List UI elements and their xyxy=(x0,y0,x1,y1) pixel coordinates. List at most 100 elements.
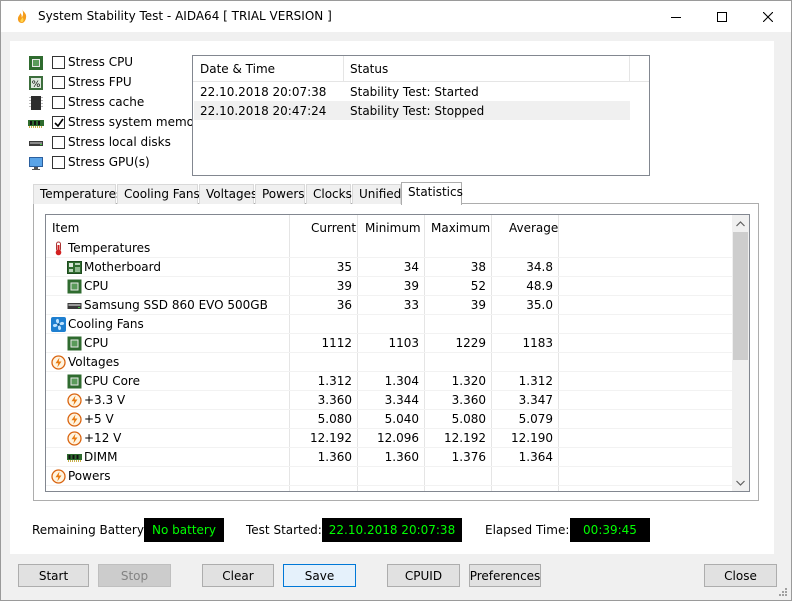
stats-item-row[interactable]: CPU 39 39 52 48.9 xyxy=(46,277,734,296)
log-header-separator xyxy=(343,56,344,82)
stats-average-value: 48.9 xyxy=(526,279,553,293)
stats-item-row[interactable]: +12 V 12.192 12.096 12.192 12.190 xyxy=(46,429,734,448)
tab-voltages[interactable]: Voltages xyxy=(199,184,257,204)
stats-item-row[interactable]: Motherboard 35 34 38 34.8 xyxy=(46,258,734,277)
tab-temperatures[interactable]: Temperatures xyxy=(33,184,122,204)
voltage-icon xyxy=(67,431,82,446)
stress-gpu-option[interactable]: Stress GPU(s) xyxy=(28,153,198,173)
log-header-status[interactable]: Status xyxy=(350,62,388,76)
stats-item-name: Cooling Fans xyxy=(68,317,144,331)
log-header-datetime[interactable]: Date & Time xyxy=(200,62,275,76)
stats-header-average[interactable]: Average xyxy=(509,221,558,235)
flame-icon xyxy=(17,9,27,23)
stats-minimum-value: 3.344 xyxy=(384,393,419,407)
close-button[interactable]: Close xyxy=(704,564,777,587)
stress-fpu-option[interactable]: % Stress FPU xyxy=(28,73,198,93)
stats-group-row[interactable]: Temperatures xyxy=(46,239,734,258)
stats-item-name: Motherboard xyxy=(84,260,161,274)
memory-icon xyxy=(28,120,44,128)
stats-item-name: +12 V xyxy=(84,431,122,445)
stress-disks-option[interactable]: Stress local disks xyxy=(28,133,198,153)
stats-header-current[interactable]: Current xyxy=(311,221,356,235)
log-status: Stability Test: Stopped xyxy=(350,104,485,118)
start-button[interactable]: Start xyxy=(18,564,89,587)
maximize-button[interactable] xyxy=(699,1,745,32)
stress-fpu-checkbox[interactable] xyxy=(52,76,65,89)
minimize-button[interactable] xyxy=(653,1,699,32)
tab-statistics[interactable]: Statistics xyxy=(401,182,463,205)
stats-group-row[interactable]: Voltages xyxy=(46,353,734,372)
fan-icon xyxy=(51,317,66,332)
stats-header-item[interactable]: Item xyxy=(52,221,79,235)
tab-powers[interactable]: Powers xyxy=(255,184,305,204)
stats-item-name: +3.3 V xyxy=(84,393,126,407)
save-button[interactable]: Save xyxy=(283,564,356,587)
stats-item-name: Powers xyxy=(68,469,111,483)
motherboard-icon xyxy=(67,260,82,275)
stress-memory-checkbox[interactable] xyxy=(52,116,65,129)
stats-minimum-value: 5.040 xyxy=(384,412,419,426)
elapsed-time-label: Elapsed Time: xyxy=(485,523,570,537)
power-icon xyxy=(51,469,66,484)
cpu-icon xyxy=(67,279,82,294)
stats-maximum-value: 38 xyxy=(470,260,486,274)
cpuid-button[interactable]: CPUID xyxy=(387,564,460,587)
stress-cpu-option[interactable]: Stress CPU xyxy=(28,53,198,73)
resize-grip-icon[interactable] xyxy=(777,586,787,596)
stats-maximum-value: 5.080 xyxy=(451,412,486,426)
voltage-icon xyxy=(67,412,82,427)
title-bar[interactable]: System Stability Test - AIDA64 [ TRIAL V… xyxy=(1,1,791,32)
vertical-scrollbar[interactable] xyxy=(732,215,749,491)
stats-item-name: Temperatures xyxy=(68,241,151,255)
stress-cache-option[interactable]: Stress cache xyxy=(28,93,198,113)
stats-current-value: 36 xyxy=(336,298,352,312)
stress-gpu-checkbox[interactable] xyxy=(52,156,65,169)
stats-group-row[interactable]: Cooling Fans xyxy=(46,315,734,334)
cpu-icon xyxy=(67,374,82,389)
window-title: System Stability Test - AIDA64 [ TRIAL V… xyxy=(38,9,332,23)
stats-average-value: 34.8 xyxy=(526,260,553,274)
stress-cpu-checkbox[interactable] xyxy=(52,56,65,69)
log-row[interactable]: 22.10.2018 20:07:38 Stability Test: Star… xyxy=(194,82,630,101)
stats-item-row[interactable]: +5 V 5.080 5.040 5.080 5.079 xyxy=(46,410,734,429)
stats-average-value: 35.0 xyxy=(526,298,553,312)
chevron-down-icon xyxy=(736,480,745,486)
stats-item-name: DIMM xyxy=(84,450,118,464)
stats-header-minimum[interactable]: Minimum xyxy=(365,221,421,235)
stress-disks-checkbox[interactable] xyxy=(52,136,65,149)
stats-item-row[interactable]: +3.3 V 3.360 3.344 3.360 3.347 xyxy=(46,391,734,410)
stats-item-row[interactable]: Samsung SSD 860 EVO 500GB 36 33 39 35.0 xyxy=(46,296,734,315)
stats-header-maximum[interactable]: Maximum xyxy=(431,221,490,235)
close-icon xyxy=(763,11,773,22)
stability-test-window: System Stability Test - AIDA64 [ TRIAL V… xyxy=(0,0,792,601)
stress-fpu-label: Stress FPU xyxy=(68,75,132,89)
elapsed-time-value: 00:39:45 xyxy=(570,518,650,542)
stop-button[interactable]: Stop xyxy=(98,564,171,587)
scroll-thumb[interactable] xyxy=(733,232,748,360)
stats-item-row[interactable]: CPU 1112 1103 1229 1183 xyxy=(46,334,734,353)
battery-value: No battery xyxy=(144,518,224,542)
statistics-list[interactable]: Item Current Minimum Maximum Average Tem… xyxy=(45,214,750,492)
tab-cooling-fans[interactable]: Cooling Fans xyxy=(117,184,200,204)
test-started-value: 22.10.2018 20:07:38 xyxy=(322,518,462,542)
battery-label: Remaining Battery: xyxy=(32,523,148,537)
stress-cache-checkbox[interactable] xyxy=(52,96,65,109)
stats-maximum-value: 3.360 xyxy=(451,393,486,407)
stats-item-name: CPU xyxy=(84,279,109,293)
stress-memory-label: Stress system memory xyxy=(68,115,207,129)
stats-item-row[interactable]: CPU Core 1.312 1.304 1.320 1.312 xyxy=(46,372,734,391)
stress-memory-option[interactable]: Stress system memory xyxy=(28,113,206,133)
stats-group-row[interactable]: Powers xyxy=(46,467,734,486)
clear-button[interactable]: Clear xyxy=(202,564,274,587)
scroll-down-button[interactable] xyxy=(732,474,749,491)
tab-unified[interactable]: Unified xyxy=(352,184,401,204)
stats-item-row[interactable]: DIMM 1.360 1.360 1.376 1.364 xyxy=(46,448,734,467)
log-row[interactable]: 22.10.2018 20:47:24 Stability Test: Stop… xyxy=(194,101,630,120)
preferences-button[interactable]: Preferences xyxy=(469,564,541,587)
tab-clocks[interactable]: Clocks xyxy=(306,184,352,204)
close-window-button[interactable] xyxy=(745,1,791,32)
event-log[interactable]: Date & Time Status 22.10.2018 20:07:38 S… xyxy=(192,55,650,176)
stats-maximum-value: 52 xyxy=(470,279,486,293)
disk-icon xyxy=(67,298,82,313)
scroll-up-button[interactable] xyxy=(732,215,749,232)
